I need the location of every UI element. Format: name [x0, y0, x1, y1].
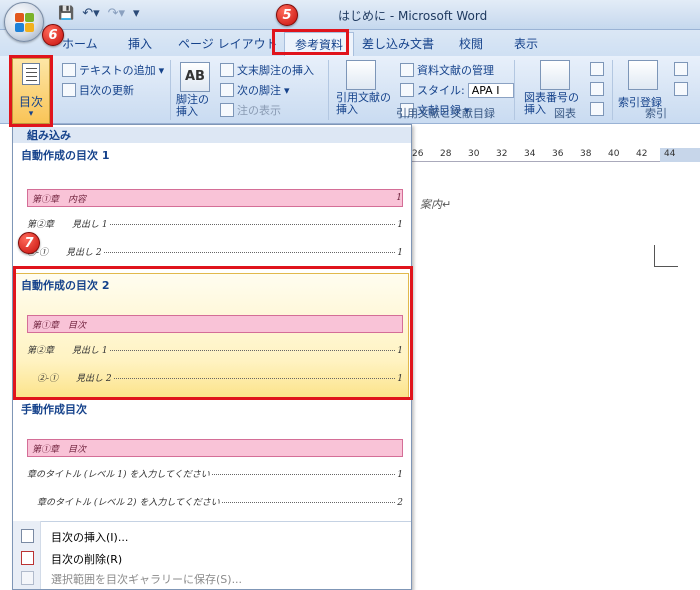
ruler-tick: 28: [440, 149, 452, 159]
gallery-header: 組み込み: [13, 127, 411, 143]
quick-access-toolbar: 💾 ↶▾ ↷▾ ▾: [58, 6, 140, 21]
ruler-tick: 30: [468, 149, 480, 159]
ruler-tick: 38: [580, 149, 592, 159]
style-value: APA I: [467, 82, 515, 98]
tab-page-layout[interactable]: ページ レイアウト: [178, 35, 278, 52]
callout-badge: 7: [18, 232, 40, 254]
menu-insert-toc[interactable]: 目次の挿入(I)...: [51, 529, 128, 545]
toc-entry-title: 自動作成の目次 1: [21, 149, 110, 162]
ruler-tick: 36: [552, 149, 564, 159]
toc-preview-heading: 第①章 内容 1: [27, 189, 403, 207]
insert-footnote-button[interactable]: 脚注の 挿入: [176, 94, 209, 118]
horizontal-ruler[interactable]: 26 28 30 32 34 36 38 40 42 44: [412, 148, 700, 162]
customize-qat-icon[interactable]: ▾: [133, 6, 140, 21]
update-index-icon[interactable]: [674, 82, 688, 96]
document-page[interactable]: [412, 162, 700, 590]
endnote-icon: [220, 63, 234, 77]
ruler-tick: 32: [496, 149, 508, 159]
insert-citation-icon: [346, 60, 376, 90]
tab-view[interactable]: 表示: [514, 35, 538, 52]
next-footnote-button[interactable]: 次の脚注 ▾: [220, 82, 290, 98]
office-button[interactable]: [4, 2, 44, 42]
insert-caption-icon: [540, 60, 570, 90]
ruler-tick: 26: [412, 149, 424, 159]
save-selection-icon: [21, 571, 34, 585]
caption-group-label: 図表: [554, 107, 576, 120]
mark-entry-icon: [628, 60, 658, 90]
update-toc-icon: [62, 83, 76, 97]
table-of-figures-icon[interactable]: [590, 62, 604, 76]
add-text-icon: [62, 63, 76, 77]
update-toc-button[interactable]: 目次の更新: [62, 82, 134, 98]
office-logo-icon: [15, 13, 35, 33]
ruler-tick: 34: [524, 149, 536, 159]
style-icon: [400, 83, 414, 97]
redo-icon[interactable]: ↷▾: [108, 6, 125, 21]
footnote-icon: AB: [180, 62, 210, 92]
style-select[interactable]: スタイル: APA I: [400, 82, 515, 98]
title-bar: 💾 ↶▾ ↷▾ ▾ はじめに - Microsoft Word: [0, 0, 700, 30]
toc-preview-line: 第②章 見出し 11: [27, 220, 403, 230]
ribbon: テキストの追加 ▾ 目次の更新 AB 脚注の 挿入 文末脚注の挿入 次の脚注 ▾ 注…: [0, 56, 700, 124]
menu-save-selection[interactable]: 選択範囲を目次ギャラリーに保存(S)...: [51, 571, 242, 587]
update-table-icon[interactable]: [590, 82, 604, 96]
insert-index-icon[interactable]: [674, 62, 688, 76]
highlight-toc-button: [9, 55, 53, 127]
margin-corner-mark: [654, 266, 678, 267]
callout-badge: 5: [276, 4, 298, 26]
show-notes-button[interactable]: 注の表示: [220, 102, 281, 118]
ruler-tick: 44: [664, 149, 676, 159]
manage-sources-button[interactable]: 資料文献の管理: [400, 62, 494, 78]
ruler-tick: 42: [636, 149, 648, 159]
tab-home[interactable]: ホーム: [62, 35, 98, 52]
toc-entry-title: 手動作成目次: [21, 403, 87, 416]
save-icon[interactable]: 💾: [58, 6, 74, 21]
add-text-button[interactable]: テキストの追加 ▾: [62, 62, 164, 78]
toc-preview-line: ②-① 見出し 21: [27, 248, 403, 258]
highlight-references-tab: [272, 29, 349, 55]
menu-separator: [13, 521, 411, 522]
remove-toc-icon: [21, 551, 34, 565]
insert-toc-icon: [21, 529, 34, 543]
menu-remove-toc[interactable]: 目次の削除(R): [51, 551, 122, 567]
next-footnote-icon: [220, 83, 234, 97]
insert-citation-button[interactable]: 引用文献の 挿入: [336, 92, 391, 116]
insert-endnote-button[interactable]: 文末脚注の挿入: [220, 62, 314, 78]
ruler-tick: 40: [608, 149, 620, 159]
document-text[interactable]: 案内↵: [420, 196, 451, 212]
tab-insert[interactable]: 挿入: [128, 35, 152, 52]
show-notes-icon: [220, 103, 234, 117]
toc-preview-line: 章のタイトル (レベル 1) を入力してください 1: [27, 470, 403, 480]
manage-sources-icon: [400, 63, 414, 77]
callout-badge: 6: [42, 24, 64, 46]
toc-preview-line: 章のタイトル (レベル 2) を入力してください 2: [37, 498, 403, 508]
margin-corner-mark: [654, 245, 655, 267]
tab-mailings[interactable]: 差し込み文書: [362, 35, 434, 52]
highlight-toc-auto-2: [13, 266, 413, 400]
tab-review[interactable]: 校閲: [459, 35, 483, 52]
window-title: はじめに - Microsoft Word: [338, 9, 488, 23]
toc-preview-heading: 第①章 目次: [27, 439, 403, 457]
citation-group-label: 引用文献と文献目録: [396, 107, 495, 120]
index-group-label: 索引: [645, 107, 667, 120]
undo-icon[interactable]: ↶▾: [82, 6, 99, 21]
ribbon-tabs: ホーム 挿入 ページ レイアウト 参考資料 差し込み文書 校閲 表示: [0, 30, 700, 58]
